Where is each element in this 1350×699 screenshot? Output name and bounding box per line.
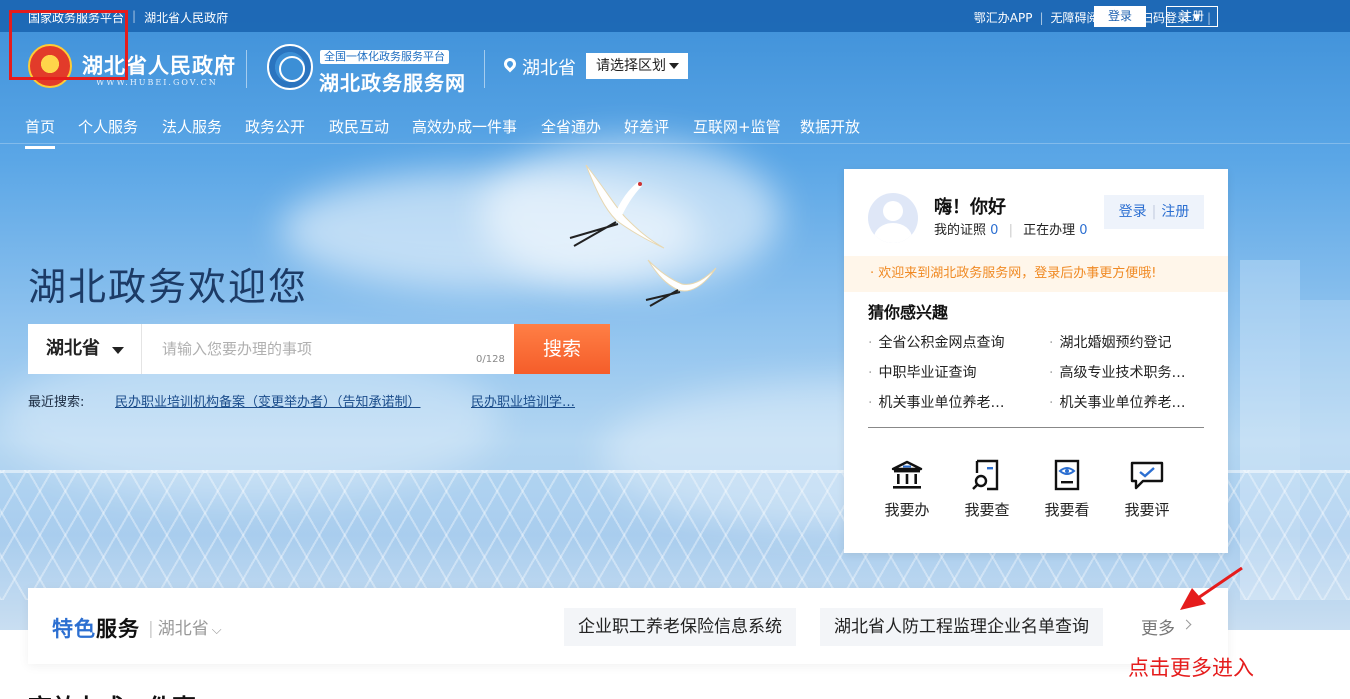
- main-nav: 首页 个人服务 法人服务 政务公开 政民互动 高效办成一件事 全省通办 好差评 …: [0, 104, 1350, 149]
- action-label: 我要看: [1044, 501, 1090, 519]
- crane-bird-icon: [645, 259, 717, 307]
- region-select-button[interactable]: 请选择区划: [586, 53, 688, 79]
- action-label: 我要办: [884, 501, 930, 519]
- search-region-select[interactable]: 湖北省: [28, 324, 142, 374]
- more-link[interactable]: 更多: [1141, 614, 1175, 639]
- interest-item[interactable]: 中职毕业证查询: [868, 362, 976, 382]
- user-panel: 嗨！你好 我的证照 0 | 正在办理 0 登录 | 注册 · 欢迎来到湖北政务服务网…: [844, 169, 1228, 553]
- user-stats: 我的证照 0 | 正在办理 0: [934, 219, 1088, 238]
- divider: [868, 427, 1204, 428]
- title-rest: 服务: [96, 617, 140, 641]
- action-evaluate[interactable]: 我要评: [1112, 459, 1182, 520]
- nav-item-legal-person[interactable]: 法人服务: [162, 116, 222, 137]
- action-label: 我要评: [1124, 501, 1170, 519]
- nav-item-open-data[interactable]: 数据开放: [800, 116, 860, 137]
- search-button[interactable]: 搜索: [514, 324, 610, 374]
- special-services-bar: 特色服务 | 湖北省 ⌵ 企业职工养老保险信息系统 湖北省人防工程监理企业名单查询 …: [28, 588, 1228, 664]
- bank-icon: [891, 460, 923, 489]
- divider: [484, 50, 485, 88]
- location-pin-icon: [501, 55, 519, 73]
- current-location: 湖北省: [522, 58, 576, 79]
- search-bar: 湖北省 0/128 搜索: [28, 324, 610, 374]
- welcome-heading: 湖北政务欢迎您: [28, 265, 309, 309]
- interest-item[interactable]: 全省公积金网点查询: [868, 332, 1004, 352]
- app-link[interactable]: 鄂汇办APP: [974, 9, 1033, 26]
- interest-title: 猜你感兴趣: [868, 303, 949, 322]
- interest-item[interactable]: 机关事业单位养老…: [1049, 392, 1185, 412]
- action-query[interactable]: 我要查: [952, 459, 1022, 520]
- panel-auth-box: 登录 | 注册: [1104, 195, 1204, 229]
- nav-item-personal[interactable]: 个人服务: [78, 116, 138, 137]
- recent-search-label: 最近搜索:: [28, 395, 85, 410]
- greeting: 嗨！你好: [934, 197, 1006, 218]
- nav-item-one-thing[interactable]: 高效办成一件事: [412, 116, 517, 137]
- separator: |: [1039, 10, 1044, 25]
- recent-search-item[interactable]: 民办职业培训机构备案（变更举办者）（告知承诺制）: [115, 391, 421, 410]
- special-services-title: 特色服务: [52, 613, 140, 643]
- welcome-notice: · 欢迎来到湖北政务服务网，登录后办事更方便哦!: [844, 256, 1228, 292]
- nav-item-evaluation[interactable]: 好差评: [624, 116, 669, 137]
- view-doc-icon: [1054, 459, 1080, 491]
- separator: |: [132, 9, 137, 23]
- special-region-label: 湖北省: [157, 619, 209, 639]
- panel-register-button[interactable]: 注册: [1161, 204, 1189, 220]
- separator: |: [1008, 223, 1013, 238]
- search-region-label: 湖北省: [46, 338, 100, 359]
- interest-item[interactable]: 机关事业单位养老…: [868, 392, 1004, 412]
- top-bar: 国家政务服务平台 | 湖北省人民政府 鄂汇办APP | 无障碍阅读 | ▦ 扫码…: [0, 0, 1350, 32]
- header: 湖北省人民政府 WWW.HUBEI.GOV.CN 全国一体化政务服务平台 湖北政…: [0, 32, 1350, 104]
- divider: [246, 50, 247, 88]
- top-login-button[interactable]: 登录: [1094, 6, 1146, 27]
- search-input[interactable]: [142, 324, 514, 374]
- nav-item-supervision[interactable]: 互联网+监管: [693, 116, 781, 137]
- processing-count: 0: [1079, 223, 1088, 238]
- action-label: 我要查: [964, 501, 1010, 519]
- action-view[interactable]: 我要看: [1032, 459, 1102, 520]
- annotation-arrow-icon: [1180, 566, 1243, 610]
- separator: |: [1151, 204, 1157, 220]
- annotation-hint: 点击更多进入: [1128, 656, 1254, 680]
- service-logo-icon: [267, 44, 313, 90]
- nav-item-home[interactable]: 首页: [25, 116, 56, 149]
- service-chip[interactable]: 湖北省人防工程监理企业名单查询: [820, 608, 1103, 646]
- caret-down-icon: [669, 63, 679, 69]
- panel-login-button[interactable]: 登录: [1119, 204, 1147, 220]
- region-select-label: 请选择区划: [596, 58, 666, 74]
- processing-label[interactable]: 正在办理: [1023, 223, 1075, 238]
- action-handle[interactable]: 我要办: [872, 459, 942, 520]
- certs-count: 0: [990, 223, 999, 238]
- section-heading: 高效办成一件事: [28, 688, 248, 699]
- recent-search-item[interactable]: 民办职业培训学…: [471, 391, 575, 410]
- interest-item[interactable]: 湖北婚姻预约登记: [1049, 332, 1171, 352]
- crane-bird-icon: [569, 164, 665, 249]
- highlight-box: [9, 10, 128, 80]
- section-heading-text: 高效办成一件事: [28, 688, 248, 699]
- chevron-right-icon: [1181, 619, 1192, 630]
- nav-item-province-wide[interactable]: 全省通办: [541, 116, 601, 137]
- platform-tag: 全国一体化政务服务平台: [320, 50, 449, 64]
- char-counter: 0/128: [476, 354, 505, 365]
- comment-icon: [1130, 461, 1164, 490]
- separator: |: [148, 619, 154, 639]
- nav-item-gov-affairs[interactable]: 政务公开: [245, 116, 305, 137]
- avatar: [868, 193, 918, 243]
- provincial-gov-link[interactable]: 湖北省人民政府: [144, 9, 228, 26]
- caret-down-icon: [112, 347, 124, 354]
- chevron-down-icon: ⌵: [211, 623, 222, 638]
- interest-item[interactable]: 高级专业技术职务…: [1049, 362, 1185, 382]
- top-register-button[interactable]: 注册: [1166, 6, 1218, 27]
- service-chip[interactable]: 企业职工养老保险信息系统: [564, 608, 796, 646]
- nav-item-interaction[interactable]: 政民互动: [329, 116, 389, 137]
- certs-label[interactable]: 我的证照: [934, 223, 986, 238]
- special-region-select[interactable]: | 湖北省 ⌵: [148, 614, 222, 639]
- title-accent: 特色: [52, 617, 96, 641]
- search-doc-icon: [972, 459, 999, 491]
- service-site-title[interactable]: 湖北政务服务网: [319, 67, 466, 96]
